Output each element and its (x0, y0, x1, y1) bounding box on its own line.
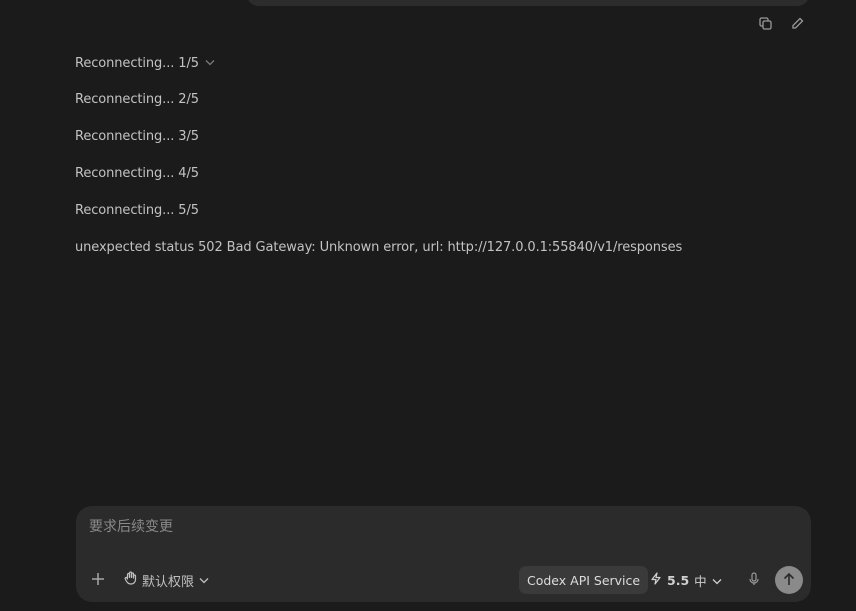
previous-user-message (246, 0, 810, 6)
log-line: Reconnecting... 2/5 (75, 92, 199, 107)
permissions-dropdown[interactable]: 默认权限 (124, 569, 209, 591)
service-selector[interactable]: Codex API Service (519, 566, 649, 594)
log-line: Reconnecting... 3/5 (75, 129, 199, 144)
effort-label: 中 (694, 573, 707, 589)
log-line-text: Reconnecting... 5/5 (75, 203, 199, 218)
mic-icon (748, 571, 760, 590)
hand-icon (124, 571, 137, 589)
add-attachment-button[interactable] (88, 570, 108, 590)
follow-up-input[interactable] (87, 518, 691, 536)
chevron-down-icon (712, 573, 722, 588)
log-line[interactable]: Reconnecting... 1/5 (75, 55, 215, 71)
arrow-up-icon (783, 571, 795, 590)
log-line-text: Reconnecting... 4/5 (75, 166, 199, 181)
log-line-text: Reconnecting... 3/5 (75, 129, 199, 144)
send-button[interactable] (775, 566, 803, 594)
pencil-icon[interactable] (788, 14, 806, 32)
service-label: Codex API Service (527, 572, 641, 588)
copy-icon[interactable] (756, 14, 774, 32)
message-actions (756, 14, 806, 32)
log-line-text: Reconnecting... 2/5 (75, 92, 199, 107)
chat-page: Reconnecting... 1/5 Reconnecting... 2/5 … (0, 0, 856, 611)
voice-input-button[interactable] (744, 570, 764, 590)
model-selector[interactable]: 5.5 中 (650, 569, 722, 591)
log-line: Reconnecting... 4/5 (75, 166, 199, 181)
chevron-down-icon[interactable] (205, 55, 215, 70)
permissions-label: 默认权限 (142, 574, 195, 590)
log-line-text: Reconnecting... 1/5 (75, 56, 199, 71)
error-message: unexpected status 502 Bad Gateway: Unkno… (75, 240, 682, 255)
plus-icon (91, 571, 105, 590)
composer: 默认权限 Codex API Service 5.5 中 (76, 506, 811, 602)
log-line: Reconnecting... 5/5 (75, 203, 199, 218)
error-message-text: unexpected status 502 Bad Gateway: Unkno… (75, 240, 683, 255)
chevron-down-icon (199, 573, 209, 588)
model-version: 5.5 (667, 572, 690, 588)
lightning-icon (650, 572, 662, 588)
